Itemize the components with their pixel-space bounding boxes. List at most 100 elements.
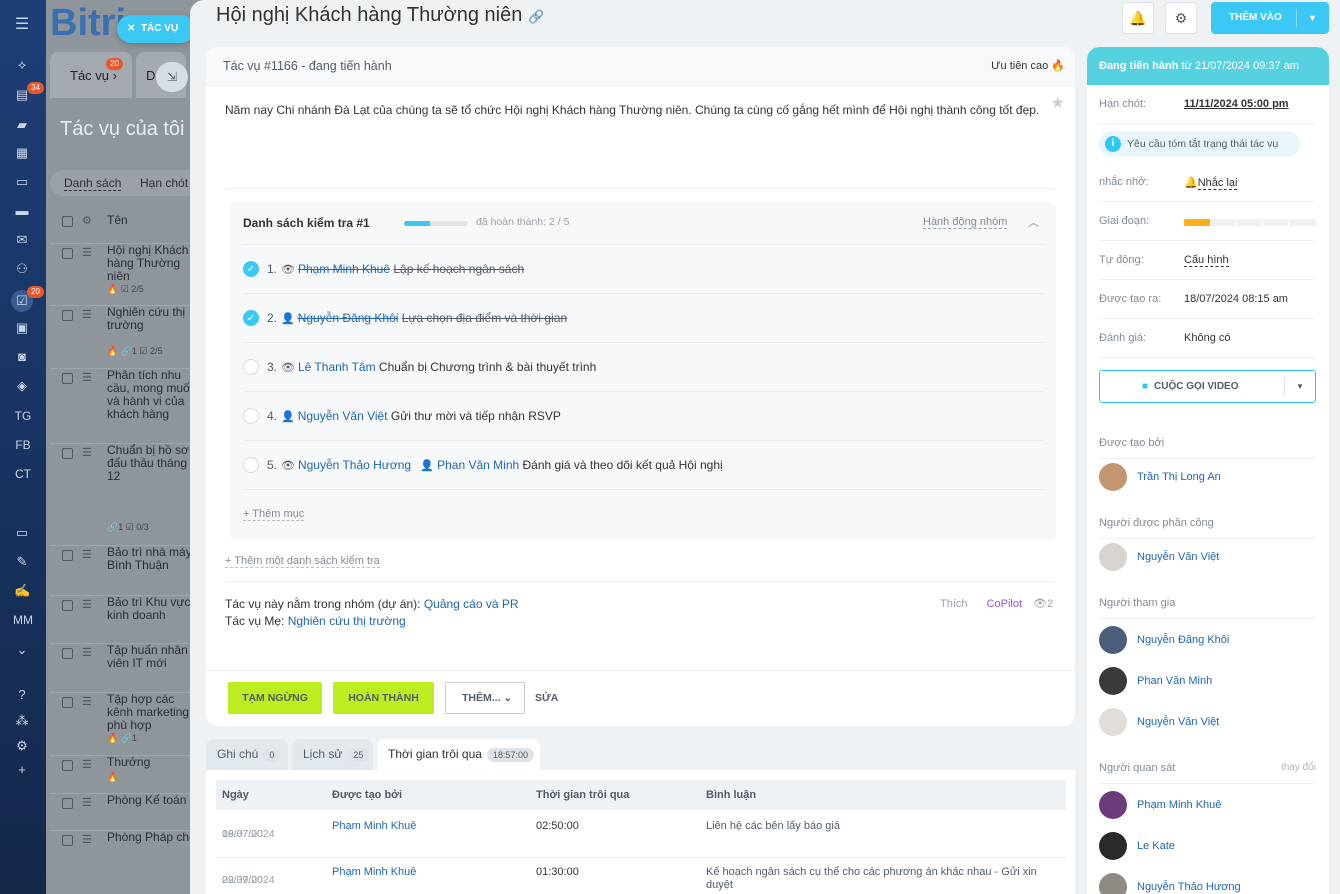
bg-task-row[interactable]: ☰ Phân tích nhu cầu, mong muốn và hành vi… [50,368,200,443]
observer-link[interactable]: Le Kate [1137,840,1175,852]
menu-icon[interactable]: ☰ [82,308,92,321]
item-person[interactable]: Nguyễn Văn Việt [298,409,388,423]
help-icon[interactable]: ? [14,687,30,703]
pause-button[interactable]: TẠM NGỪNG [228,682,322,714]
menu-icon[interactable]: ☰ [82,758,92,771]
row-checkbox[interactable] [62,697,73,708]
participant-link[interactable]: Nguyễn Văn Việt [1137,716,1219,728]
row-author[interactable]: Phạm Minh Khuê [332,820,416,832]
change-link[interactable]: thay đổi [1281,762,1316,773]
video-call-button[interactable]: ■ CUỘC GỌI VIDEO ▼ [1099,370,1316,403]
bg-filter-deadline[interactable]: Hạn chót [140,176,188,190]
star-icon[interactable]: ★ [1051,93,1065,113]
complete-button[interactable]: HOÀN THÀNH [333,682,434,714]
documents-icon[interactable]: ▭ [14,174,30,190]
priority[interactable]: Ưu tiên cao 🔥 [991,59,1065,72]
assignee-link[interactable]: Nguyễn Văn Việt [1137,551,1219,563]
store-icon[interactable]: ◈ [14,378,30,394]
row-checkbox[interactable] [62,760,73,771]
item-person-2[interactable]: Phan Văn Minh [437,458,519,472]
stage-bar[interactable] [1184,219,1316,226]
menu-icon[interactable]: ☰ [82,548,92,561]
sidebar-mm[interactable]: MM [0,613,46,627]
link-icon[interactable]: 🔗 [528,9,544,24]
group-action-link[interactable]: Hành động nhóm [923,216,1008,229]
rating-value[interactable]: Không có [1184,332,1230,344]
like-link[interactable]: Thích [940,598,968,610]
participant-link[interactable]: Nguyễn Đăng Khôi [1137,634,1229,646]
mail-icon[interactable]: ✉ [14,232,30,248]
item-checkbox[interactable]: ✓ [243,261,259,277]
bg-task-title[interactable]: Phòng Pháp chế [107,831,197,844]
item-person[interactable]: Nguyễn Đăng Khôi [298,311,399,325]
settings-icon[interactable]: ⚙ [14,738,30,754]
more-button[interactable]: THÊM... ⌄ [445,682,525,714]
bg-task-row[interactable]: ☰ Phòng Pháp chế [50,830,200,867]
collapse-icon[interactable]: ⇲ [156,62,188,92]
tab-time-spent[interactable]: Thời gian trôi qua 18:57:00 [377,739,540,770]
add-icon[interactable]: + [14,762,30,778]
bg-task-row[interactable]: ☰ Phòng Kế toán [50,793,200,830]
window-icon[interactable]: ▭ [14,525,30,541]
menu-icon[interactable]: ☰ [82,246,92,259]
drive-icon[interactable]: ▬ [14,203,30,219]
bg-task-title[interactable]: Nghiên cứu thị trường [107,306,197,332]
item-checkbox[interactable] [243,408,259,424]
bg-task-row[interactable]: ☰ Nghiên cứu thị trường 🔥 🔗1 ☑ 2/5 [50,305,200,367]
gear-icon[interactable]: ⚙ [82,214,92,227]
chevron-down-icon[interactable]: ⌄ [14,642,30,658]
contacts-icon[interactable]: ▣ [14,320,30,336]
chevron-down-icon[interactable]: ▼ [1308,2,1317,34]
sign-icon[interactable]: ✍ [14,583,30,599]
bg-task-title[interactable]: Tập hợp các kênh marketing phù hợp [107,693,197,732]
row-checkbox[interactable] [62,798,73,809]
bg-task-title[interactable]: Bảo trì nhà máy Bình Thuận [107,546,197,572]
group-link[interactable]: Quảng cáo và PR [424,597,519,611]
item-person[interactable]: Nguyễn Thảo Hương [298,458,411,472]
bg-task-title[interactable]: Thưởng [107,756,197,769]
participant-link[interactable]: Phan Văn Minh [1137,675,1212,687]
menu-icon[interactable]: ☰ [82,796,92,809]
observer-link[interactable]: Nguyễn Thảo Hương [1137,881,1241,893]
bg-task-row[interactable]: ☰ Bảo trì nhà máy Bình Thuận [50,545,200,595]
edit-icon[interactable]: ✎ [14,554,30,570]
row-checkbox[interactable] [62,600,73,611]
reminder-value[interactable]: 🔔Nhắc lại [1184,176,1238,190]
close-icon[interactable]: ✕ [127,23,135,34]
copilot-link[interactable]: CoPilot [987,598,1022,610]
task-pill[interactable]: ✕ TÁC VỤ [117,15,195,43]
edit-button[interactable]: SỬA [535,692,558,704]
gear-icon[interactable]: ⚙ [1165,2,1197,34]
messages-icon[interactable]: ▰ [14,117,30,133]
item-checkbox[interactable] [243,457,259,473]
observer-link[interactable]: Phạm Minh Khuê [1137,799,1221,811]
menu-icon[interactable]: ☰ [82,446,92,459]
item-person[interactable]: Phạm Minh Khuê [298,262,390,276]
add-button[interactable]: THÊM VÀO ▼ [1211,2,1329,34]
bell-icon[interactable]: 🔔 [1122,2,1154,34]
row-author[interactable]: Phạm Minh Khuê [332,866,416,878]
row-checkbox[interactable] [62,373,73,384]
tab-history[interactable]: Lịch sử 25 [292,739,373,770]
row-checkbox[interactable] [62,448,73,459]
bg-task-title[interactable]: Chuẩn bị hồ sơ đấu thầu tháng 12 [107,444,197,483]
add-item-link[interactable]: + Thêm mục [243,508,305,521]
calendar-icon[interactable]: ▦ [14,145,30,161]
menu-icon[interactable]: ☰ [82,646,92,659]
groups-icon[interactable]: ⚇ [14,261,30,277]
bg-task-row[interactable]: ☰ Tập hợp các kênh marketing phù hợp 🔥 🔗1 [50,692,200,754]
bg-task-row[interactable]: ☰ Bảo trì Khu vực kinh doanh [50,595,200,643]
parent-link[interactable]: Nghiên cứu thị trường [288,614,406,628]
sites-icon[interactable]: ⟡ [14,57,30,73]
row-checkbox[interactable] [62,310,73,321]
menu-icon[interactable]: ☰ [82,598,92,611]
sidebar-fb[interactable]: FB [0,438,46,452]
chevron-down-icon[interactable]: ▼ [1296,371,1304,402]
automation-link[interactable]: Cấu hình [1184,254,1229,267]
bg-task-title[interactable]: Tập huấn nhân viên IT mới [107,644,197,670]
bg-task-row[interactable]: ☰ Chuẩn bị hồ sơ đấu thầu tháng 12 🔗1 ☑ 0/… [50,443,200,543]
row-checkbox[interactable] [62,648,73,659]
bg-task-title[interactable]: Phòng Kế toán [107,794,197,807]
sidebar-tg[interactable]: TG [0,409,46,423]
sidebar-ct[interactable]: CT [0,467,46,481]
